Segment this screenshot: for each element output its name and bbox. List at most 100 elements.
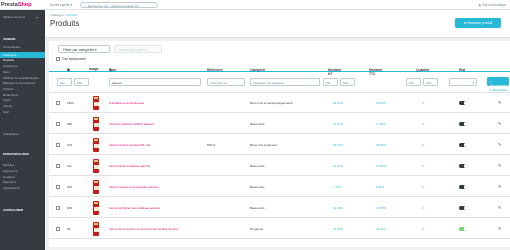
table-row[interactable]: 211 Vernis satiné à tableau aérosol Beaux-…	[49, 156, 510, 176]
status-filter-select[interactable]: ▾	[449, 78, 477, 86]
product-name-link[interactable]: Vernis acrylique mat à tableau aérosol	[109, 206, 160, 210]
category-filter-input[interactable]: Chercher une catégorie	[250, 78, 320, 86]
quick-access-menu[interactable]: Accès rapide ▾	[50, 3, 72, 7]
status-toggle[interactable]	[459, 205, 468, 210]
sidebar-item-label[interactable]: Catégories	[3, 64, 18, 68]
product-price-ht[interactable]: 7,79 €	[333, 185, 341, 189]
sidebar-item-label[interactable]: International	[3, 186, 20, 190]
product-thumbnail[interactable]	[91, 96, 101, 110]
sidebar-item-label[interactable]: Marques et fournisseurs	[3, 81, 35, 85]
table-row[interactable]: 590 Vernis à cadeaux (coffret) aérosol Bea…	[49, 114, 510, 134]
row-checkbox[interactable]	[56, 164, 60, 168]
edit-pencil-icon[interactable]: ✎	[498, 100, 502, 105]
bulk-actions-dropdown[interactable]: Actions groupées ▾	[114, 45, 162, 53]
row-checkbox[interactable]	[56, 122, 60, 126]
product-quantity[interactable]: 0	[422, 101, 424, 105]
sidebar-item-label[interactable]: SAV	[3, 110, 9, 114]
product-quantity[interactable]: 0	[422, 122, 424, 126]
product-thumbnail[interactable]	[91, 180, 101, 194]
table-row[interactable]: 93 Vernis de protection en aérosol pour f…	[49, 219, 510, 239]
table-row[interactable]: 1860 Friandises à la framboises Bons vins …	[49, 93, 510, 113]
product-quantity[interactable]: 0	[422, 227, 424, 231]
sidebar-item-label[interactable]: Stock	[3, 98, 11, 102]
edit-pencil-icon[interactable]: ✎	[498, 184, 502, 189]
sidebar-item-label[interactable]: Suivi	[3, 70, 10, 74]
sidebar-item-label[interactable]: Clients	[3, 104, 12, 108]
status-toggle[interactable]	[459, 142, 468, 147]
product-price-ttc[interactable]: 24,95 €	[376, 143, 386, 147]
sidebar-item-label[interactable]: Modules	[3, 163, 14, 167]
product-name-link[interactable]: Friandises à la framboises	[109, 101, 144, 105]
admin-search-input[interactable]: ⌕ Rechercher (ex : référence produit, no	[80, 1, 158, 8]
sidebar-item-label[interactable]: Paiement	[3, 180, 16, 184]
prestashop-logo[interactable]: PrestaShop	[1, 2, 32, 8]
quantity-max-input[interactable]: Max	[423, 78, 438, 86]
sidebar-item-label[interactable]: Livraison	[3, 175, 15, 179]
sidebar-item-label[interactable]: Produits	[3, 58, 14, 62]
status-toggle[interactable]	[459, 100, 468, 105]
id-min-input[interactable]: Min	[57, 78, 72, 86]
edit-pencil-icon[interactable]: ✎	[498, 142, 502, 147]
product-thumbnail[interactable]	[91, 201, 101, 215]
price-ht-min-input[interactable]: Min	[323, 78, 338, 86]
status-toggle[interactable]	[459, 184, 468, 189]
sidebar-item-label[interactable]: Tableau de bord	[3, 15, 25, 19]
status-toggle[interactable]	[459, 121, 468, 126]
product-price-ht[interactable]: 22,50 €	[333, 101, 343, 105]
product-price-ht[interactable]: 20,79 €	[333, 143, 343, 147]
row-checkbox[interactable]	[56, 227, 60, 231]
price-ht-max-input[interactable]: Max	[340, 78, 355, 86]
row-checkbox[interactable]	[56, 206, 60, 210]
reset-filters-link[interactable]: ✕ Réinitialiser	[489, 88, 508, 92]
checkbox[interactable]	[56, 57, 60, 62]
view-shop-link[interactable]: ◉ Voir ma boutique	[478, 3, 506, 7]
row-checkbox[interactable]	[56, 185, 60, 189]
collapse-sidebar-icon[interactable]: «	[36, 15, 38, 20]
new-product-button[interactable]: ⊕ Nouveau produit	[455, 18, 501, 28]
breadcrumb-products[interactable]: Produits	[66, 13, 77, 17]
reference-filter-input[interactable]: Chercher réf.	[207, 78, 245, 86]
product-quantity[interactable]: 0	[422, 143, 424, 147]
product-thumbnail[interactable]	[91, 159, 101, 173]
product-price-ttc[interactable]: 22,50 €	[376, 101, 386, 105]
product-name-link[interactable]: Vernis incolore pour gouache aérosol	[109, 185, 159, 189]
product-price-ht[interactable]: 14,90 €	[333, 122, 343, 126]
table-row[interactable]: 210 Vernis incolore pour gouache aérosol B…	[49, 177, 510, 197]
search-button[interactable]: ⌕ Rechercher	[487, 77, 509, 88]
sidebar-item-label[interactable]: Attributs & caractéristiques	[3, 76, 39, 80]
product-price-ht[interactable]: 14,90 €	[333, 206, 343, 210]
sidebar-item-label[interactable]: Apparence	[3, 169, 18, 173]
status-toggle[interactable]	[459, 226, 468, 231]
edit-pencil-icon[interactable]: ✎	[498, 163, 502, 168]
product-quantity[interactable]: 0	[422, 164, 424, 168]
filter-by-category-dropdown[interactable]: Filtrer par catégories ▾	[58, 45, 110, 53]
sidebar-item-label[interactable]: Fichiers	[3, 87, 14, 91]
sidebar-item-label[interactable]: Réductions	[3, 93, 18, 97]
breadcrumb-catalogue[interactable]: Catalogue	[50, 13, 64, 17]
sidebar-item-label[interactable]: Statistiques	[3, 132, 19, 136]
sidebar-item-label[interactable]: Commandes	[3, 45, 20, 49]
product-name-link[interactable]: Vernis à cadeaux (coffret) aérosol	[109, 122, 154, 126]
product-thumbnail[interactable]	[91, 117, 101, 131]
edit-pencil-icon[interactable]: ✎	[498, 226, 502, 231]
product-price-ht[interactable]: 14,90 €	[333, 164, 343, 168]
product-price-ttc[interactable]: 17,88 €	[376, 164, 386, 168]
product-price-ttc[interactable]: 9,35 €	[376, 185, 384, 189]
product-price-ttc[interactable]: 17,88 €	[376, 122, 386, 126]
product-price-ttc[interactable]: 17,88 €	[376, 206, 386, 210]
row-checkbox[interactable]	[56, 143, 60, 147]
product-quantity[interactable]: 0	[422, 185, 424, 189]
edit-pencil-icon[interactable]: ✎	[498, 205, 502, 210]
edit-pencil-icon[interactable]: ✎	[498, 121, 502, 126]
select-all-checkbox[interactable]: Tout sélectionner	[56, 57, 86, 62]
status-toggle[interactable]	[459, 163, 468, 168]
name-filter-input[interactable]: aérosol	[109, 78, 201, 86]
row-checkbox[interactable]	[56, 101, 60, 105]
product-name-link[interactable]: Vernis de protection en aérosol pour feu…	[109, 227, 178, 231]
table-row[interactable]: 209 Vernis acrylique mat à tableau aéroso…	[49, 198, 510, 218]
product-price-ht[interactable]: 14,33 €	[333, 227, 343, 231]
sidebar-item-label[interactable]: Catalogue	[3, 53, 17, 57]
quantity-min-input[interactable]: Min	[406, 78, 421, 86]
product-name-link[interactable]: Vernis incolore aérosol 5th mat	[109, 143, 150, 147]
product-quantity[interactable]: 2	[422, 206, 424, 210]
